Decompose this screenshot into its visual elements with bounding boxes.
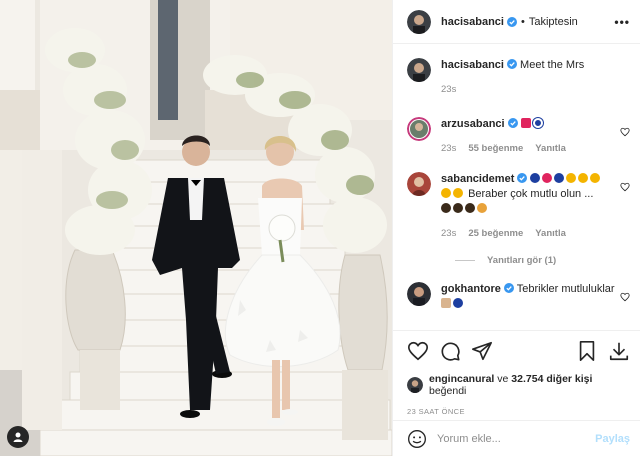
verified-icon [506,16,517,27]
comment-username[interactable]: arzusabanci [441,118,505,130]
like-heart-icon[interactable] [407,340,429,362]
post-side-panel: hacisabanci • Takiptesin ••• hacisabanci… [392,0,640,456]
verified-icon [506,59,517,69]
likes-connector: ve [497,373,509,385]
follow-status[interactable]: Takiptesin [529,16,578,28]
commenter-avatar[interactable] [407,172,431,196]
reply-button[interactable]: Yanıtla [535,226,566,241]
verified-icon [507,118,518,128]
liker-username[interactable]: engincanural [429,373,494,385]
comment-username[interactable]: gokhantore [441,283,501,295]
emoji-icon[interactable] [407,429,427,449]
separator-dot: • [520,15,525,28]
comment-time: 23s [441,143,457,154]
post-actions: engincanural ve 32.754 diğer kişi beğend… [393,330,640,416]
author-username[interactable]: hacisabanci [441,16,504,28]
share-icon[interactable] [471,340,493,362]
comment-time: 23s [441,228,457,239]
reply-button[interactable]: Yanıtla [535,141,566,156]
couple-emoji-icon [465,203,475,213]
comment-likes[interactable]: 25 beğenme [468,226,523,241]
clap-emoji-icon [578,173,589,183]
wedding-photo-illustration [0,0,392,456]
caption-time: 23s [441,84,457,95]
praying-hands-emoji-icon [441,298,451,308]
commenter-avatar[interactable] [407,282,431,306]
comment: arzusabanci 23s 55 beğenme Yanıtla [407,117,630,156]
liker-avatar[interactable] [407,377,423,393]
comment-icon[interactable] [439,340,461,362]
comments-list[interactable]: hacisabanci Meet the Mrs 23s arzusabanci… [393,44,640,328]
couple-emoji-icon [441,203,451,213]
evil-eye-emoji-icon [532,118,543,128]
clap-emoji-icon [453,188,463,198]
couple-emoji-icon [453,203,463,213]
view-replies-button[interactable]: Yanıtları gör (1) [455,255,630,266]
smiling-emoji-icon [477,203,487,213]
caption-author-avatar[interactable] [407,58,431,82]
comment: gokhantore Tebrikler mutluluklar [407,282,630,312]
caption: hacisabanci Meet the Mrs 23s [407,58,630,97]
evil-eye-emoji-icon [554,173,565,183]
comment-likes[interactable]: 55 beğenme [468,141,523,156]
heart-icon[interactable] [620,182,630,192]
likes-summary: engincanural ve 32.754 diğer kişi beğend… [407,373,630,397]
post-timestamp: 23 SAAT ÖNCE [407,407,465,416]
evil-eye-emoji-icon [530,173,541,183]
post-header: hacisabanci • Takiptesin ••• [393,0,640,44]
clap-emoji-icon [441,188,451,198]
verified-icon [503,283,514,293]
caption-username[interactable]: hacisabanci [441,59,504,71]
other-likers-count[interactable]: 32.754 diğer kişi [511,373,592,385]
likes-suffix: beğendi [429,385,467,397]
commenter-avatar[interactable] [407,117,431,141]
more-options-icon[interactable]: ••• [614,15,630,29]
view-replies-line [455,260,475,261]
comment: sabancidemet Beraber çok mutlu olun ... … [407,172,630,241]
clap-emoji-icon [590,173,601,183]
comment-text: Beraber çok mutlu olun ... [468,188,594,200]
heart-icon[interactable] [620,292,630,302]
bookmark-icon[interactable] [576,340,598,362]
author-avatar[interactable] [407,9,431,34]
post-photo[interactable] [0,0,392,456]
red-heart-emoji-icon [520,118,531,128]
heart-icon[interactable] [620,127,630,137]
clap-emoji-icon [566,173,577,183]
evil-eye-emoji-icon [453,298,463,308]
comment-text: Tebrikler mutluluklar [516,283,615,295]
post-comment-button[interactable]: Paylaş [595,433,630,445]
comment-username[interactable]: sabancidemet [441,173,514,185]
red-heart-emoji-icon [542,173,553,183]
caption-text: Meet the Mrs [520,59,585,71]
verified-icon [517,173,528,183]
comment-input[interactable] [437,432,596,445]
download-icon[interactable] [608,340,630,362]
tagged-user-icon[interactable] [7,426,29,448]
comment-composer: Paylaş [393,420,640,456]
view-replies-label: Yanıtları gör (1) [487,255,557,266]
